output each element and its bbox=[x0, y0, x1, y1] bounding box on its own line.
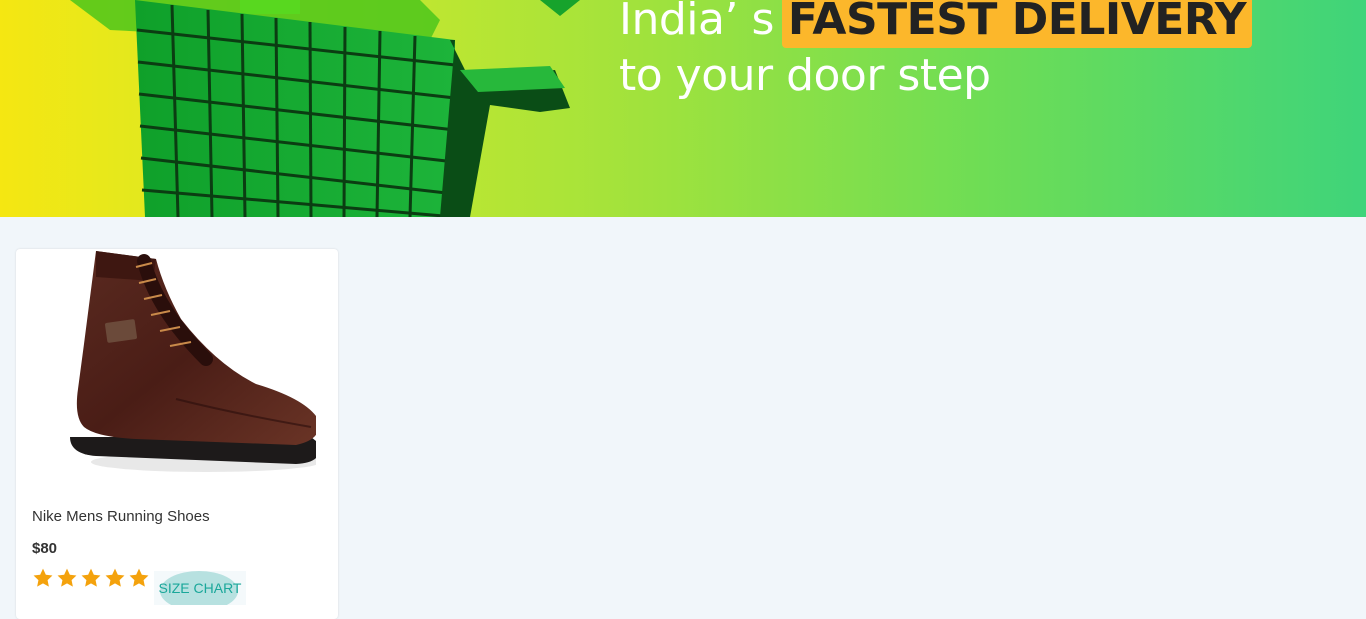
headline-subtext: to your door step bbox=[619, 50, 991, 101]
star-icon bbox=[33, 568, 53, 587]
shopping-basket-icon bbox=[70, 0, 580, 217]
size-chart-button[interactable]: SIZE CHART bbox=[154, 571, 246, 605]
headline-text: India’ s bbox=[619, 0, 774, 45]
product-name[interactable]: Nike Mens Running Shoes bbox=[32, 508, 210, 525]
star-icon bbox=[129, 568, 149, 587]
boot-icon[interactable] bbox=[56, 249, 316, 479]
star-icon bbox=[81, 568, 101, 587]
size-chart-label: SIZE CHART bbox=[158, 580, 242, 596]
product-price: $80 bbox=[32, 540, 58, 557]
headline-highlight: FASTEST DELIVERY bbox=[781, 0, 1253, 48]
star-icon bbox=[105, 568, 125, 587]
product-card[interactable]: Nike Mens Running Shoes $80 SIZE CHART bbox=[16, 249, 338, 619]
banner-headline: India’ s FASTEST DELIVERY to your door s… bbox=[619, 0, 1253, 104]
promo-banner: India’ s FASTEST DELIVERY to your door s… bbox=[0, 0, 1366, 217]
star-rating bbox=[32, 567, 150, 589]
star-icon bbox=[57, 568, 77, 587]
